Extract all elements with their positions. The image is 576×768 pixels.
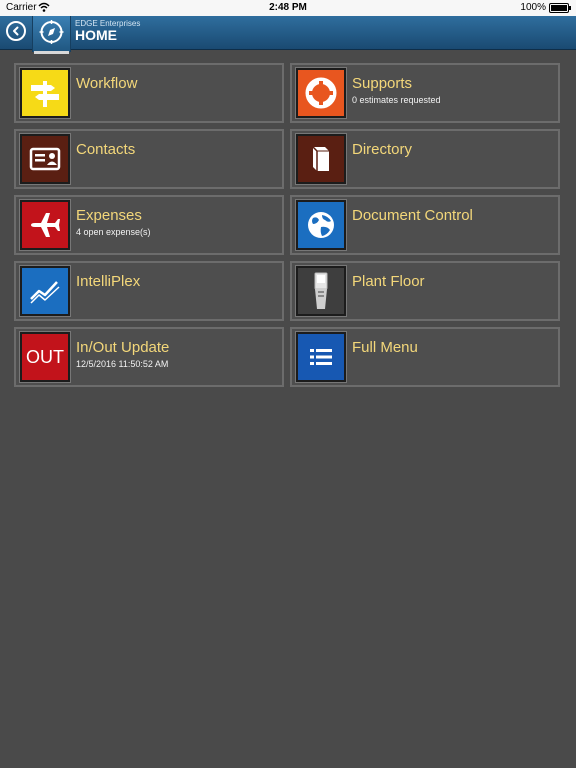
page-title: HOME bbox=[75, 27, 117, 43]
tile-subtitle: 12/5/2016 11:50:52 AM bbox=[76, 359, 169, 369]
tile-subtitle: 0 estimates requested bbox=[352, 95, 441, 105]
tile-directory[interactable]: Directory bbox=[290, 129, 560, 189]
tile-title: In/Out Update bbox=[76, 339, 170, 356]
tile-supports[interactable]: Supports 0 estimates requested bbox=[290, 63, 560, 123]
nav-bar: EDGE Enterprises HOME bbox=[0, 16, 576, 54]
tile-title: Contacts bbox=[76, 141, 136, 158]
out-icon: OUT bbox=[20, 332, 70, 382]
clock: 2:48 PM bbox=[269, 2, 307, 13]
tile-expenses[interactable]: Expenses 4 open expense(s) bbox=[14, 195, 284, 255]
tile-subtitle: 4 open expense(s) bbox=[76, 227, 151, 237]
list-menu-icon bbox=[296, 332, 346, 382]
tile-title: IntelliPlex bbox=[76, 273, 141, 290]
signpost-icon bbox=[20, 68, 70, 118]
tile-intelliplex[interactable]: IntelliPlex bbox=[14, 261, 284, 321]
tile-title: Plant Floor bbox=[352, 273, 425, 290]
contact-card-icon bbox=[20, 134, 70, 184]
book-icon bbox=[296, 134, 346, 184]
out-icon-label: OUT bbox=[26, 346, 64, 367]
tile-title: Directory bbox=[352, 141, 413, 158]
globe-icon bbox=[296, 200, 346, 250]
tile-workflow[interactable]: Workflow bbox=[14, 63, 284, 123]
airplane-icon bbox=[20, 200, 70, 250]
handheld-scanner-icon bbox=[296, 266, 346, 316]
tile-document-control[interactable]: Document Control bbox=[290, 195, 560, 255]
lifebuoy-icon bbox=[296, 68, 346, 118]
battery-percent: 100% bbox=[520, 2, 546, 13]
tile-plant-floor[interactable]: Plant Floor bbox=[290, 261, 560, 321]
chevron-left-icon bbox=[13, 26, 19, 36]
tile-title: Document Control bbox=[352, 207, 473, 224]
tile-title: Workflow bbox=[76, 75, 138, 92]
line-chart-icon bbox=[20, 266, 70, 316]
tile-full-menu[interactable]: Full Menu bbox=[290, 327, 560, 387]
battery-icon bbox=[549, 3, 571, 13]
back-button[interactable] bbox=[6, 21, 26, 41]
tile-title: Supports bbox=[352, 75, 413, 92]
tile-title: Full Menu bbox=[352, 339, 418, 356]
compass-logo-icon bbox=[39, 20, 64, 44]
status-bar: Carrier 2:48 PM 100% bbox=[0, 0, 576, 16]
home-logo-tab[interactable] bbox=[32, 16, 71, 54]
tile-title: Expenses bbox=[76, 207, 142, 224]
tile-contacts[interactable]: Contacts bbox=[14, 129, 284, 189]
tile-in-out-update[interactable]: OUT In/Out Update 12/5/2016 11:50:52 AM bbox=[14, 327, 284, 387]
